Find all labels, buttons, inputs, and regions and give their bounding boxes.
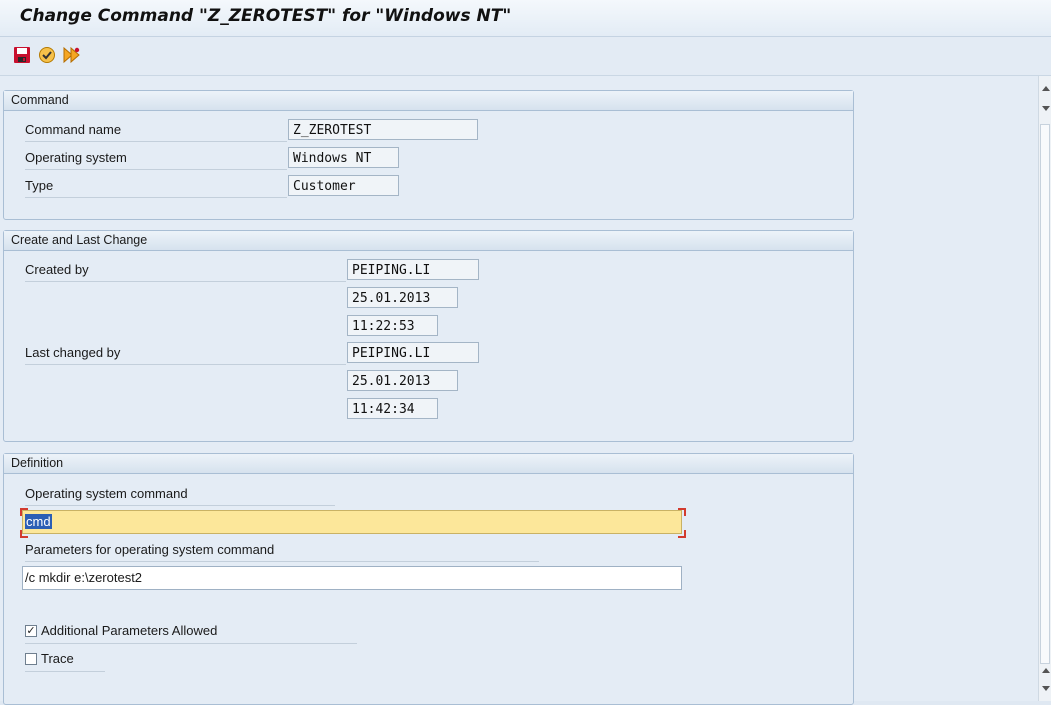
os-field[interactable]: Windows NT	[288, 147, 399, 168]
created-time-field[interactable]: 11:22:53	[347, 315, 438, 336]
command-group: Command Command name Z_ZEROTEST Operatin…	[3, 90, 854, 220]
execute-icon	[63, 46, 80, 64]
definition-group: Definition Operating system command cmd …	[3, 453, 854, 705]
created-date-field[interactable]: 25.01.2013	[347, 287, 458, 308]
vertical-scrollbar[interactable]	[1038, 76, 1051, 701]
definition-group-title: Definition	[4, 454, 853, 474]
scroll-down-icon[interactable]	[1042, 106, 1050, 111]
os-command-input[interactable]: cmd	[22, 510, 682, 534]
scroll-up-icon[interactable]	[1042, 86, 1050, 91]
check-icon	[39, 47, 55, 63]
os-label: Operating system	[25, 149, 287, 170]
focus-corner-br	[678, 530, 686, 538]
scroll-page-up-icon[interactable]	[1042, 668, 1050, 673]
command-name-label: Command name	[25, 121, 287, 142]
changed-date-field[interactable]: 25.01.2013	[347, 370, 458, 391]
changed-time-field[interactable]: 11:42:34	[347, 398, 438, 419]
additional-params-checkbox[interactable]: ✓	[25, 625, 37, 637]
application-toolbar	[0, 37, 1051, 76]
scroll-thumb[interactable]	[1040, 124, 1050, 664]
additional-params-label: Additional Parameters Allowed	[41, 623, 218, 638]
page-title: Change Command "Z_ZEROTEST" for "Windows…	[20, 6, 512, 26]
check-button[interactable]	[38, 46, 56, 64]
command-group-title: Command	[4, 91, 853, 111]
change-group-title: Create and Last Change	[4, 231, 853, 251]
os-command-value: cmd	[25, 514, 52, 529]
params-input[interactable]: /c mkdir e:\zerotest2	[22, 566, 682, 590]
trace-underline	[25, 671, 105, 672]
save-icon	[14, 47, 30, 63]
save-button[interactable]	[13, 46, 31, 64]
focus-corner-tr	[678, 508, 686, 516]
execute-button[interactable]	[62, 46, 80, 64]
created-by-label: Created by	[25, 261, 346, 282]
scroll-page-down-icon[interactable]	[1042, 686, 1050, 691]
type-field[interactable]: Customer	[288, 175, 399, 196]
changed-by-field[interactable]: PEIPING.LI	[347, 342, 479, 363]
created-by-field[interactable]: PEIPING.LI	[347, 259, 479, 280]
additional-params-underline	[25, 643, 357, 644]
main-content: Command Command name Z_ZEROTEST Operatin…	[0, 76, 1038, 705]
os-command-label: Operating system command	[25, 485, 335, 506]
focus-corner-tl	[20, 508, 28, 516]
change-group: Create and Last Change Created by PEIPIN…	[3, 230, 854, 442]
trace-checkbox[interactable]	[25, 653, 37, 665]
focus-corner-bl	[20, 530, 28, 538]
changed-by-label: Last changed by	[25, 344, 346, 365]
command-name-field[interactable]: Z_ZEROTEST	[288, 119, 478, 140]
type-label: Type	[25, 177, 287, 198]
trace-label: Trace	[41, 651, 74, 666]
params-label: Parameters for operating system command	[25, 541, 539, 562]
title-bar: Change Command "Z_ZEROTEST" for "Windows…	[0, 0, 1051, 37]
